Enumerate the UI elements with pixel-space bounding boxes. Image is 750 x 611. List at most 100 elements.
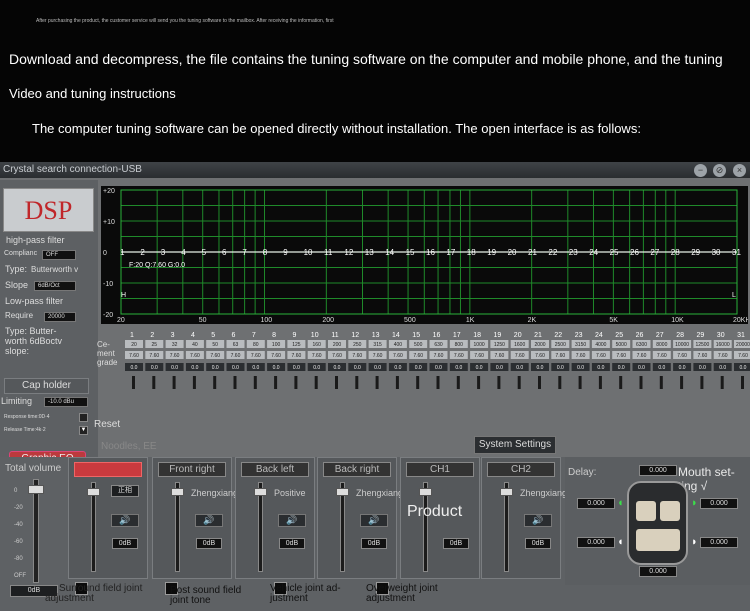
eq-slider-track[interactable] (538, 376, 541, 389)
band-number-label: 22 (548, 248, 557, 257)
channel-title-button[interactable]: Back right (323, 462, 391, 477)
eq-slider-track[interactable] (152, 376, 156, 389)
settings-button[interactable]: ⊘ (713, 164, 726, 177)
require-label: Require (5, 311, 34, 320)
release-dropdown[interactable]: ▼ (79, 426, 88, 435)
eq-slider-track[interactable] (172, 376, 176, 389)
channel-fader-knob[interactable] (171, 488, 184, 496)
eq-q-value: 7.60 (292, 353, 302, 359)
eq-slider-track[interactable] (558, 376, 562, 389)
post-sound-joint[interactable]: Post sound field joint tone (165, 580, 265, 610)
close-button[interactable]: × (733, 164, 746, 177)
eq-freq-value: 100 (272, 342, 281, 348)
eq-slider-track[interactable] (375, 376, 379, 389)
channel-title-button[interactable]: CH1 (406, 462, 474, 477)
type-select[interactable]: Butterworth v (31, 265, 78, 274)
eq-slider-track[interactable] (132, 376, 135, 389)
channel-title-button[interactable] (74, 462, 142, 477)
speaker-mute-icon[interactable]: 🔊 (360, 514, 388, 527)
total-volume-knob[interactable] (28, 485, 44, 494)
eq-slider-track[interactable] (213, 376, 217, 389)
eq-slider-track[interactable] (598, 376, 602, 389)
vehicle-joint[interactable]: Vehicle joint ad- justment (270, 580, 370, 610)
eq-gain-value: 0.0 (740, 365, 747, 371)
eq-slider-track[interactable] (680, 376, 684, 389)
eq-slider-track[interactable] (477, 376, 481, 389)
band-number-label: 3 (161, 248, 166, 257)
slope-select[interactable]: 6dB/Oct (34, 281, 76, 291)
response-dropdown[interactable] (79, 413, 88, 422)
eq-slider-track[interactable] (659, 376, 663, 389)
eq-freq-value: 20 (131, 342, 137, 348)
eq-slider-track[interactable] (619, 376, 623, 389)
eq-slider-track[interactable] (416, 376, 420, 389)
channel-title-button[interactable]: Back left (241, 462, 309, 477)
type-label: Type: (5, 264, 28, 274)
delay-center-front[interactable]: 0.000 (639, 465, 677, 476)
channel-title-button[interactable]: Front right (158, 462, 226, 477)
eq-band-number: 15 (412, 332, 420, 339)
channel-mode-button[interactable]: 正相 (111, 485, 139, 497)
minimize-button[interactable]: − (694, 164, 707, 177)
delay-front-left[interactable]: 0.000 (577, 498, 615, 509)
filter-panel: DSP high-pass filter Complianc OFF Type:… (0, 180, 98, 467)
speaker-mute-icon[interactable]: 🔊 (111, 514, 139, 527)
compliance-select[interactable]: OFF (42, 250, 76, 260)
channel-fader-knob[interactable] (254, 488, 267, 496)
eq-graph[interactable]: +20 +10 0 -10 -20 20 50 100 200 500 1K 2K 5K 10K 20KHz… (101, 186, 750, 324)
eq-slider-track[interactable] (294, 376, 298, 389)
reset-button[interactable]: Reset (94, 419, 120, 430)
eq-slider-track[interactable] (314, 376, 318, 389)
limiting-select[interactable]: -10.0 dBu (44, 397, 88, 407)
eq-slider-track[interactable] (436, 376, 440, 389)
eq-slider-track[interactable] (335, 376, 338, 389)
channel-fader-knob[interactable] (500, 488, 513, 496)
eq-slider-track[interactable] (700, 376, 704, 389)
channel-fader-knob[interactable] (419, 488, 432, 496)
speaker-fl-icon: ◖ (617, 497, 624, 509)
total-volume-track[interactable] (33, 479, 39, 583)
channel-title-button[interactable]: CH2 (487, 462, 555, 477)
eq-band-number: 26 (636, 332, 644, 339)
eq-slider-track[interactable] (456, 376, 460, 389)
band-number-label: 27 (650, 248, 659, 257)
eq-slider-track[interactable] (355, 376, 359, 389)
band-number-label: 7 (242, 248, 247, 257)
cap-holder-button[interactable]: Cap holder (4, 378, 89, 394)
eq-slider-track[interactable] (639, 376, 643, 389)
eq-slider-track[interactable] (395, 376, 399, 389)
eq-slider-track[interactable] (517, 376, 521, 389)
speaker-mute-icon[interactable]: 🔊 (195, 514, 223, 527)
delay-center-rear[interactable]: 0.000 (639, 566, 677, 577)
system-settings-button[interactable]: System Settings (474, 436, 556, 454)
eq-slider-track[interactable] (497, 376, 501, 389)
car-diagram-icon (627, 481, 688, 565)
speaker-mute-icon[interactable]: 🔊 (278, 514, 306, 527)
eq-band-number: 9 (292, 332, 296, 339)
eq-band-number: 16 (433, 332, 441, 339)
band-number-label: 10 (304, 248, 313, 257)
graph-y-tick: +10 (103, 219, 115, 226)
eq-freq-value: 50 (212, 342, 218, 348)
surround-joint[interactable]: Surround field joint adjustment (45, 580, 165, 610)
eq-slider-track[interactable] (720, 376, 724, 389)
channel-fader-knob[interactable] (87, 488, 100, 496)
speaker-fr-icon: ◗ (691, 497, 698, 509)
delay-rear-left[interactable]: 0.000 (577, 537, 615, 548)
delay-front-right[interactable]: 0.000 (700, 498, 738, 509)
channel-fader-knob[interactable] (336, 488, 349, 496)
require-input[interactable]: 20000 (44, 312, 76, 322)
speaker-mute-icon[interactable]: 🔊 (524, 514, 552, 527)
eq-slider-track[interactable] (578, 376, 582, 389)
eq-slider-track[interactable] (253, 376, 257, 389)
eq-slider-track[interactable] (741, 376, 744, 389)
title-bar: Crystal search connection-USB − ⊘ × (0, 162, 750, 178)
eq-freq-value: 200 (333, 342, 342, 348)
channel-phase-label: Zhengxiang (191, 488, 239, 498)
band-number-label: 15 (406, 248, 415, 257)
eq-slider-track[interactable] (274, 376, 278, 389)
eq-slider-track[interactable] (192, 376, 196, 389)
eq-slider-track[interactable] (233, 376, 237, 389)
overweight-joint[interactable]: Overweight joint adjustment (366, 580, 476, 610)
delay-rear-right[interactable]: 0.000 (700, 537, 738, 548)
